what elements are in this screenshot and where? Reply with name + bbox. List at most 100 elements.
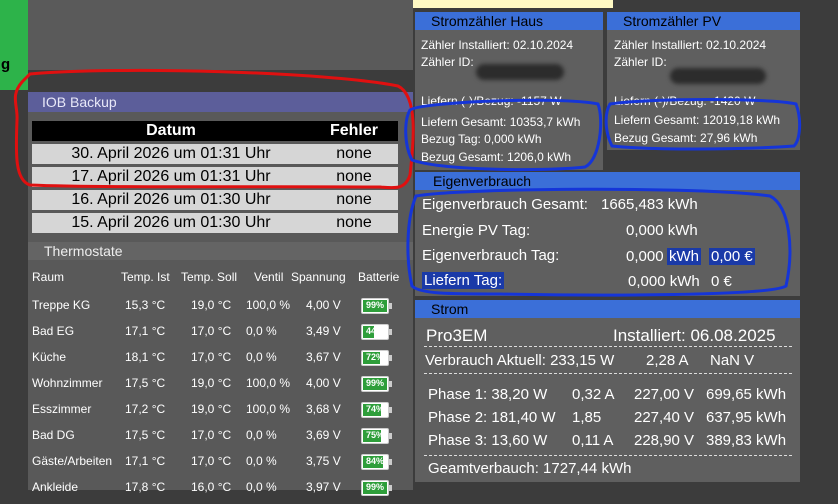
- top-left-tile[interactable]: g: [0, 0, 28, 90]
- table-row[interactable]: 15. April 2026 um 01:30 Uhr none: [32, 213, 398, 233]
- thermostat-ist: 18,1 °C: [125, 350, 166, 364]
- thermostat-ist: 17,8 °C: [125, 480, 166, 494]
- haus-bezug-tag: Bezug Tag: 0,000 kWh: [421, 132, 542, 146]
- eigenverbrauch-header: Eigenverbrauch: [415, 172, 800, 190]
- fehler-cell: none: [310, 167, 398, 187]
- thermostat-spannung: 3,69 V: [306, 428, 341, 442]
- haus-liefern-gesamt: Liefern Gesamt: 10353,7 kWh: [421, 115, 581, 129]
- battery-percent: 99%: [365, 378, 384, 388]
- col-fehler: Fehler: [310, 121, 398, 141]
- stromzaehler-pv-header: Stromzähler PV: [607, 12, 800, 30]
- datum-cell: 17. April 2026 um 01:31 Uhr: [32, 167, 310, 187]
- strom-gesamt: Geamtverbauch: 1727,44 kWh: [428, 460, 632, 477]
- battery-icon: 72%: [361, 350, 392, 366]
- ev-gesamt-label: Eigenverbrauch Gesamt:: [422, 196, 588, 213]
- thermostate-header-row: Raum Temp. Ist Temp. Soll Ventil Spannun…: [28, 270, 408, 294]
- thermostat-soll: 19,0 °C: [191, 376, 232, 390]
- thermostat-soll: 17,0 °C: [191, 324, 232, 338]
- battery-percent: 44%: [365, 326, 384, 336]
- strom-header: Strom: [415, 300, 800, 318]
- thermostat-row[interactable]: Esszimmer 17,2 °C 19,0 °C 100,0 % 3,68 V 74%: [28, 402, 408, 426]
- table-row[interactable]: 16. April 2026 um 01:30 Uhr none: [32, 190, 398, 210]
- ev-liefern-euro: 0 €: [711, 273, 732, 290]
- top-gray-area: [28, 0, 413, 70]
- thermostat-raum: Ankleide: [32, 480, 79, 494]
- thermostat-ist: 17,5 °C: [125, 428, 166, 442]
- pv-zaehler-id: Zähler ID:: [614, 55, 667, 69]
- phase-label: Phase 2: 181,40 W: [428, 409, 556, 426]
- thermostat-spannung: 3,97 V: [306, 480, 341, 494]
- divider: [424, 455, 792, 456]
- thermostat-row[interactable]: Bad DG 17,5 °C 17,0 °C 0,0 % 3,69 V 75%: [28, 428, 408, 452]
- haus-installiert: Zähler Installiert: 02.10.2024: [421, 38, 574, 52]
- phase-v: 227,00 V: [634, 386, 695, 403]
- thermostat-raum: Wohnzimmer: [32, 376, 103, 390]
- strom-installiert: Installiert: 06.08.2025: [613, 326, 776, 345]
- iob-backup-header: IOB Backup: [28, 92, 413, 112]
- thermostat-soll: 16,0 °C: [191, 480, 232, 494]
- thermostat-spannung: 3,67 V: [306, 350, 341, 364]
- thermostat-row[interactable]: Bad EG 17,1 °C 17,0 °C 0,0 % 3,49 V 44%: [28, 324, 408, 348]
- ev-tag-unit: kWh: [667, 248, 701, 265]
- table-row[interactable]: 30. April 2026 um 01:31 Uhr none: [32, 144, 398, 164]
- col-ventil: Ventil: [254, 270, 284, 284]
- thermostat-row[interactable]: Ankleide 17,8 °C 16,0 °C 0,0 % 3,97 V 99%: [28, 480, 408, 504]
- thermostat-raum: Treppe KG: [32, 298, 91, 312]
- iob-backup-title: IOB Backup: [42, 94, 117, 110]
- battery-icon: 44%: [361, 324, 392, 340]
- divider: [424, 346, 792, 347]
- ev-liefern-label: Liefern Tag:: [422, 272, 505, 289]
- top-left-tile-label: g: [1, 56, 11, 73]
- ev-energie-pv-value: 0,000 kWh: [626, 222, 698, 239]
- thermostat-ventil: 0,0 %: [246, 428, 277, 442]
- phase-a: 1,85: [572, 409, 602, 426]
- thermostat-ist: 17,5 °C: [125, 376, 166, 390]
- strom-strom-a: 2,28 A: [646, 352, 689, 369]
- thermostat-ventil: 0,0 %: [246, 350, 277, 364]
- ev-tag-value: 0,000: [626, 248, 664, 265]
- thermostat-spannung: 3,75 V: [306, 454, 341, 468]
- thermostat-spannung: 3,49 V: [306, 324, 341, 338]
- phase-kwh: 699,65 kWh: [706, 386, 787, 403]
- thermostat-soll: 17,0 °C: [191, 350, 232, 364]
- thermostat-spannung: 4,00 V: [306, 376, 341, 390]
- ev-tag-label: Eigenverbrauch Tag:: [422, 247, 560, 264]
- stromzaehler-haus-header: Stromzähler Haus: [415, 12, 603, 30]
- phase-a: 0,11 A: [572, 432, 614, 449]
- thermostat-ventil: 0,0 %: [246, 480, 277, 494]
- fehler-cell: none: [310, 213, 398, 233]
- pv-installiert: Zähler Installiert: 02.10.2024: [614, 38, 767, 52]
- table-row[interactable]: 17. April 2026 um 01:31 Uhr none: [32, 167, 398, 187]
- phase-v: 227,40 V: [634, 409, 695, 426]
- ev-gesamt-value: 1665,483 kWh: [601, 196, 698, 213]
- haus-bezug-gesamt: Bezug Gesamt: 1206,0 kWh: [421, 150, 572, 164]
- col-temp-soll: Temp. Soll: [181, 270, 238, 284]
- thermostat-ventil: 100,0 %: [246, 298, 291, 312]
- pv-bezug-gesamt: Bezug Gesamt: 27,96 kWh: [614, 131, 758, 145]
- thermostat-row[interactable]: Treppe KG 15,3 °C 19,0 °C 100,0 % 4,00 V 99%: [28, 298, 408, 322]
- phase-kwh: 389,83 kWh: [706, 432, 787, 449]
- ev-tag-euro: 0,00 €: [709, 248, 755, 265]
- battery-icon: 99%: [361, 298, 392, 314]
- divider: [424, 373, 792, 374]
- datum-cell: 15. April 2026 um 01:30 Uhr: [32, 213, 310, 233]
- thermostat-ventil: 0,0 %: [246, 324, 277, 338]
- battery-percent: 74%: [365, 404, 384, 414]
- haus-liefern-bezug: Liefern (-)/Bezug: -1157 W: [421, 94, 562, 108]
- thermostat-row[interactable]: Gäste/Arbeiten 17,1 °C 17,0 °C 0,0 % 3,75 V 8…: [28, 454, 408, 478]
- thermostat-row[interactable]: Wohnzimmer 17,5 °C 19,0 °C 100,0 % 4,00 V 99%: [28, 376, 408, 400]
- phase-v: 228,90 V: [634, 432, 695, 449]
- battery-icon: 99%: [361, 376, 392, 392]
- thermostat-soll: 17,0 °C: [191, 428, 232, 442]
- pv-id-redaction: [670, 68, 766, 84]
- ev-energie-pv-label: Energie PV Tag:: [422, 222, 531, 239]
- thermostat-soll: 17,0 °C: [191, 454, 232, 468]
- thermostat-row[interactable]: Küche 18,1 °C 17,0 °C 0,0 % 3,67 V 72%: [28, 350, 408, 374]
- thermostat-raum: Bad DG: [32, 428, 75, 442]
- thermostat-raum: Esszimmer: [32, 402, 92, 416]
- thermostat-raum: Küche: [32, 350, 67, 364]
- thermostat-ist: 17,1 °C: [125, 454, 166, 468]
- battery-icon: 74%: [361, 402, 392, 418]
- battery-percent: 84%: [365, 456, 384, 466]
- col-spannung: Spannung: [291, 270, 346, 284]
